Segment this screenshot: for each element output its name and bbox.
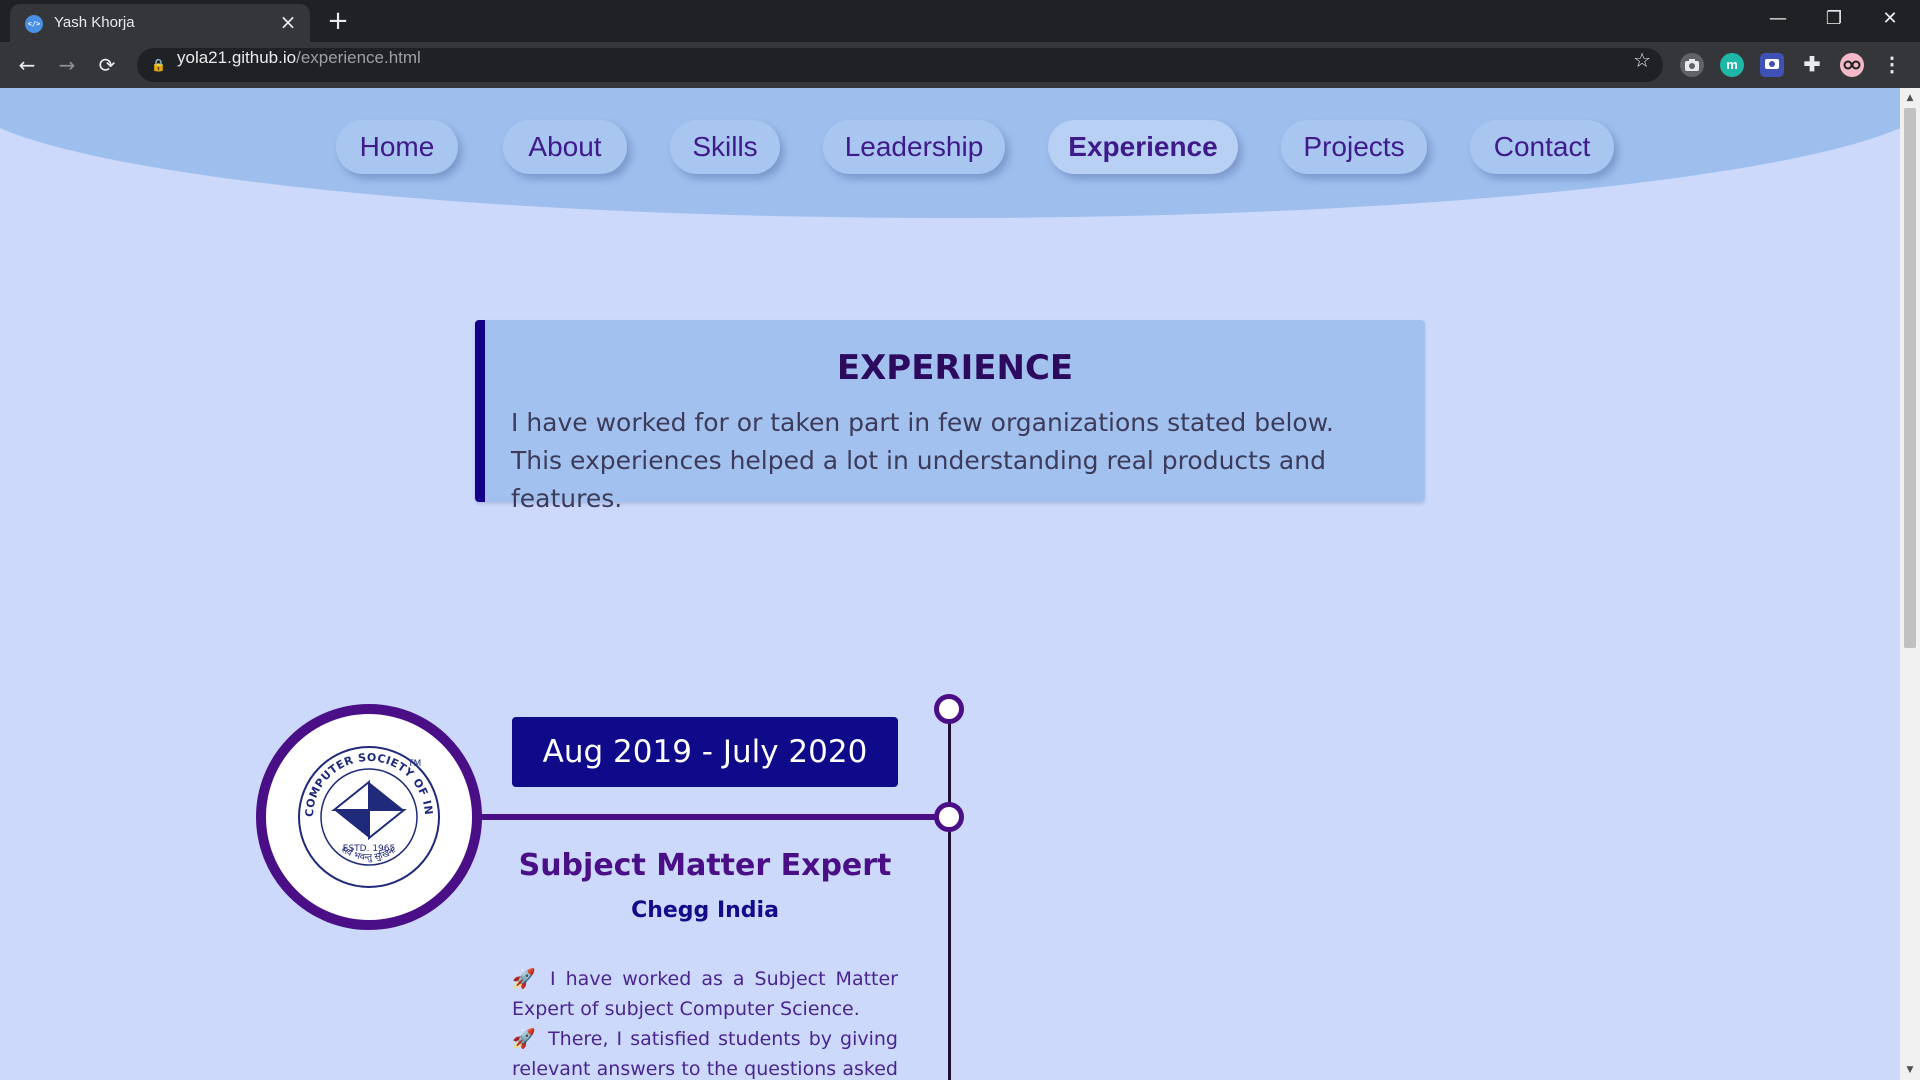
- code-favicon-icon: </>: [25, 15, 43, 33]
- camera-extension-icon[interactable]: [1680, 53, 1704, 77]
- experience-points: 🚀 I have worked as a Subject Matter Expe…: [512, 964, 898, 1080]
- address-bar[interactable]: 🔒 yola21.github.io/experience.html ☆: [137, 48, 1663, 82]
- browser-tab[interactable]: </> Yash Khorja ×: [10, 4, 310, 42]
- url-path: /experience.html: [296, 48, 421, 67]
- rocket-icon: 🚀: [512, 1028, 536, 1050]
- close-tab-icon[interactable]: ×: [276, 10, 300, 34]
- lock-icon[interactable]: 🔒: [151, 48, 166, 82]
- experience-point-text: There, I satisfied students by giving re…: [512, 1028, 898, 1080]
- experience-point-text: I have worked as a Subject Matter Expert…: [512, 968, 898, 1020]
- page-viewport: Home About Skills Leadership Experience …: [0, 88, 1900, 1080]
- timeline-dot-entry: [934, 802, 964, 832]
- company-logo: COMPUTER SOCIETY OF INDIA TM ESTD. 1965 …: [256, 704, 482, 930]
- bookmark-star-icon[interactable]: ☆: [1633, 48, 1651, 72]
- experience-point: 🚀 There, I satisfied students by giving …: [512, 1024, 898, 1080]
- extensions-puzzle-icon[interactable]: ✚: [1800, 53, 1824, 77]
- timeline-line: [948, 698, 951, 1080]
- profile-avatar[interactable]: [1840, 53, 1864, 77]
- forward-arrow-icon[interactable]: →: [52, 50, 82, 80]
- scrollbar-thumb[interactable]: [1904, 108, 1916, 648]
- scroll-down-arrow-icon[interactable]: ▼: [1900, 1062, 1920, 1078]
- nav-home[interactable]: Home: [336, 120, 458, 174]
- nav-leadership[interactable]: Leadership: [823, 120, 1005, 174]
- back-arrow-icon[interactable]: ←: [12, 50, 42, 80]
- nav-experience[interactable]: Experience: [1048, 120, 1238, 174]
- experience-description: I have worked for or taken part in few o…: [511, 408, 1334, 513]
- tab-title: Yash Khorja: [54, 14, 135, 31]
- m-extension-icon[interactable]: m: [1720, 53, 1744, 77]
- nav-projects[interactable]: Projects: [1281, 120, 1427, 174]
- minimize-window-button[interactable]: —: [1750, 0, 1806, 38]
- url-host: yola21.github.io: [177, 48, 297, 67]
- vertical-scrollbar[interactable]: ▲ ▼: [1900, 88, 1920, 1080]
- experience-intro-card: EXPERIENCE I have worked for or taken pa…: [475, 320, 1425, 513]
- new-tab-button[interactable]: +: [323, 6, 353, 36]
- url-text[interactable]: yola21.github.io/experience.html: [177, 48, 421, 68]
- timeline-dot-top: [934, 694, 964, 724]
- nav-skills[interactable]: Skills: [670, 120, 780, 174]
- timeline-connector: [470, 814, 940, 820]
- reload-icon[interactable]: ⟳: [92, 50, 122, 80]
- main-nav: Home About Skills Leadership Experience …: [0, 120, 1900, 174]
- browser-toolbar: ← → ⟳ 🔒 yola21.github.io/experience.html…: [0, 42, 1920, 88]
- experience-date: Aug 2019 - July 2020: [512, 717, 898, 787]
- computer-society-of-india-logo: COMPUTER SOCIETY OF INDIA TM ESTD. 1965 …: [296, 744, 440, 888]
- experience-point: 🚀 I have worked as a Subject Matter Expe…: [512, 964, 898, 1024]
- nav-contact[interactable]: Contact: [1470, 120, 1614, 174]
- experience-heading: EXPERIENCE: [836, 348, 1074, 388]
- screen-extension-icon[interactable]: [1760, 53, 1784, 77]
- rocket-icon: 🚀: [512, 968, 536, 990]
- restore-window-button[interactable]: ❐: [1806, 0, 1862, 38]
- job-title: Subject Matter Expert: [518, 848, 892, 883]
- nav-about[interactable]: About: [503, 120, 627, 174]
- logo-trademark: TM: [407, 759, 421, 769]
- browser-tab-bar: </> Yash Khorja × + — ❐ ✕: [0, 0, 1920, 42]
- company-name: Chegg India: [631, 898, 779, 923]
- scroll-up-arrow-icon[interactable]: ▲: [1900, 90, 1920, 106]
- browser-menu-icon[interactable]: ⋮: [1880, 53, 1904, 77]
- close-window-button[interactable]: ✕: [1862, 0, 1918, 38]
